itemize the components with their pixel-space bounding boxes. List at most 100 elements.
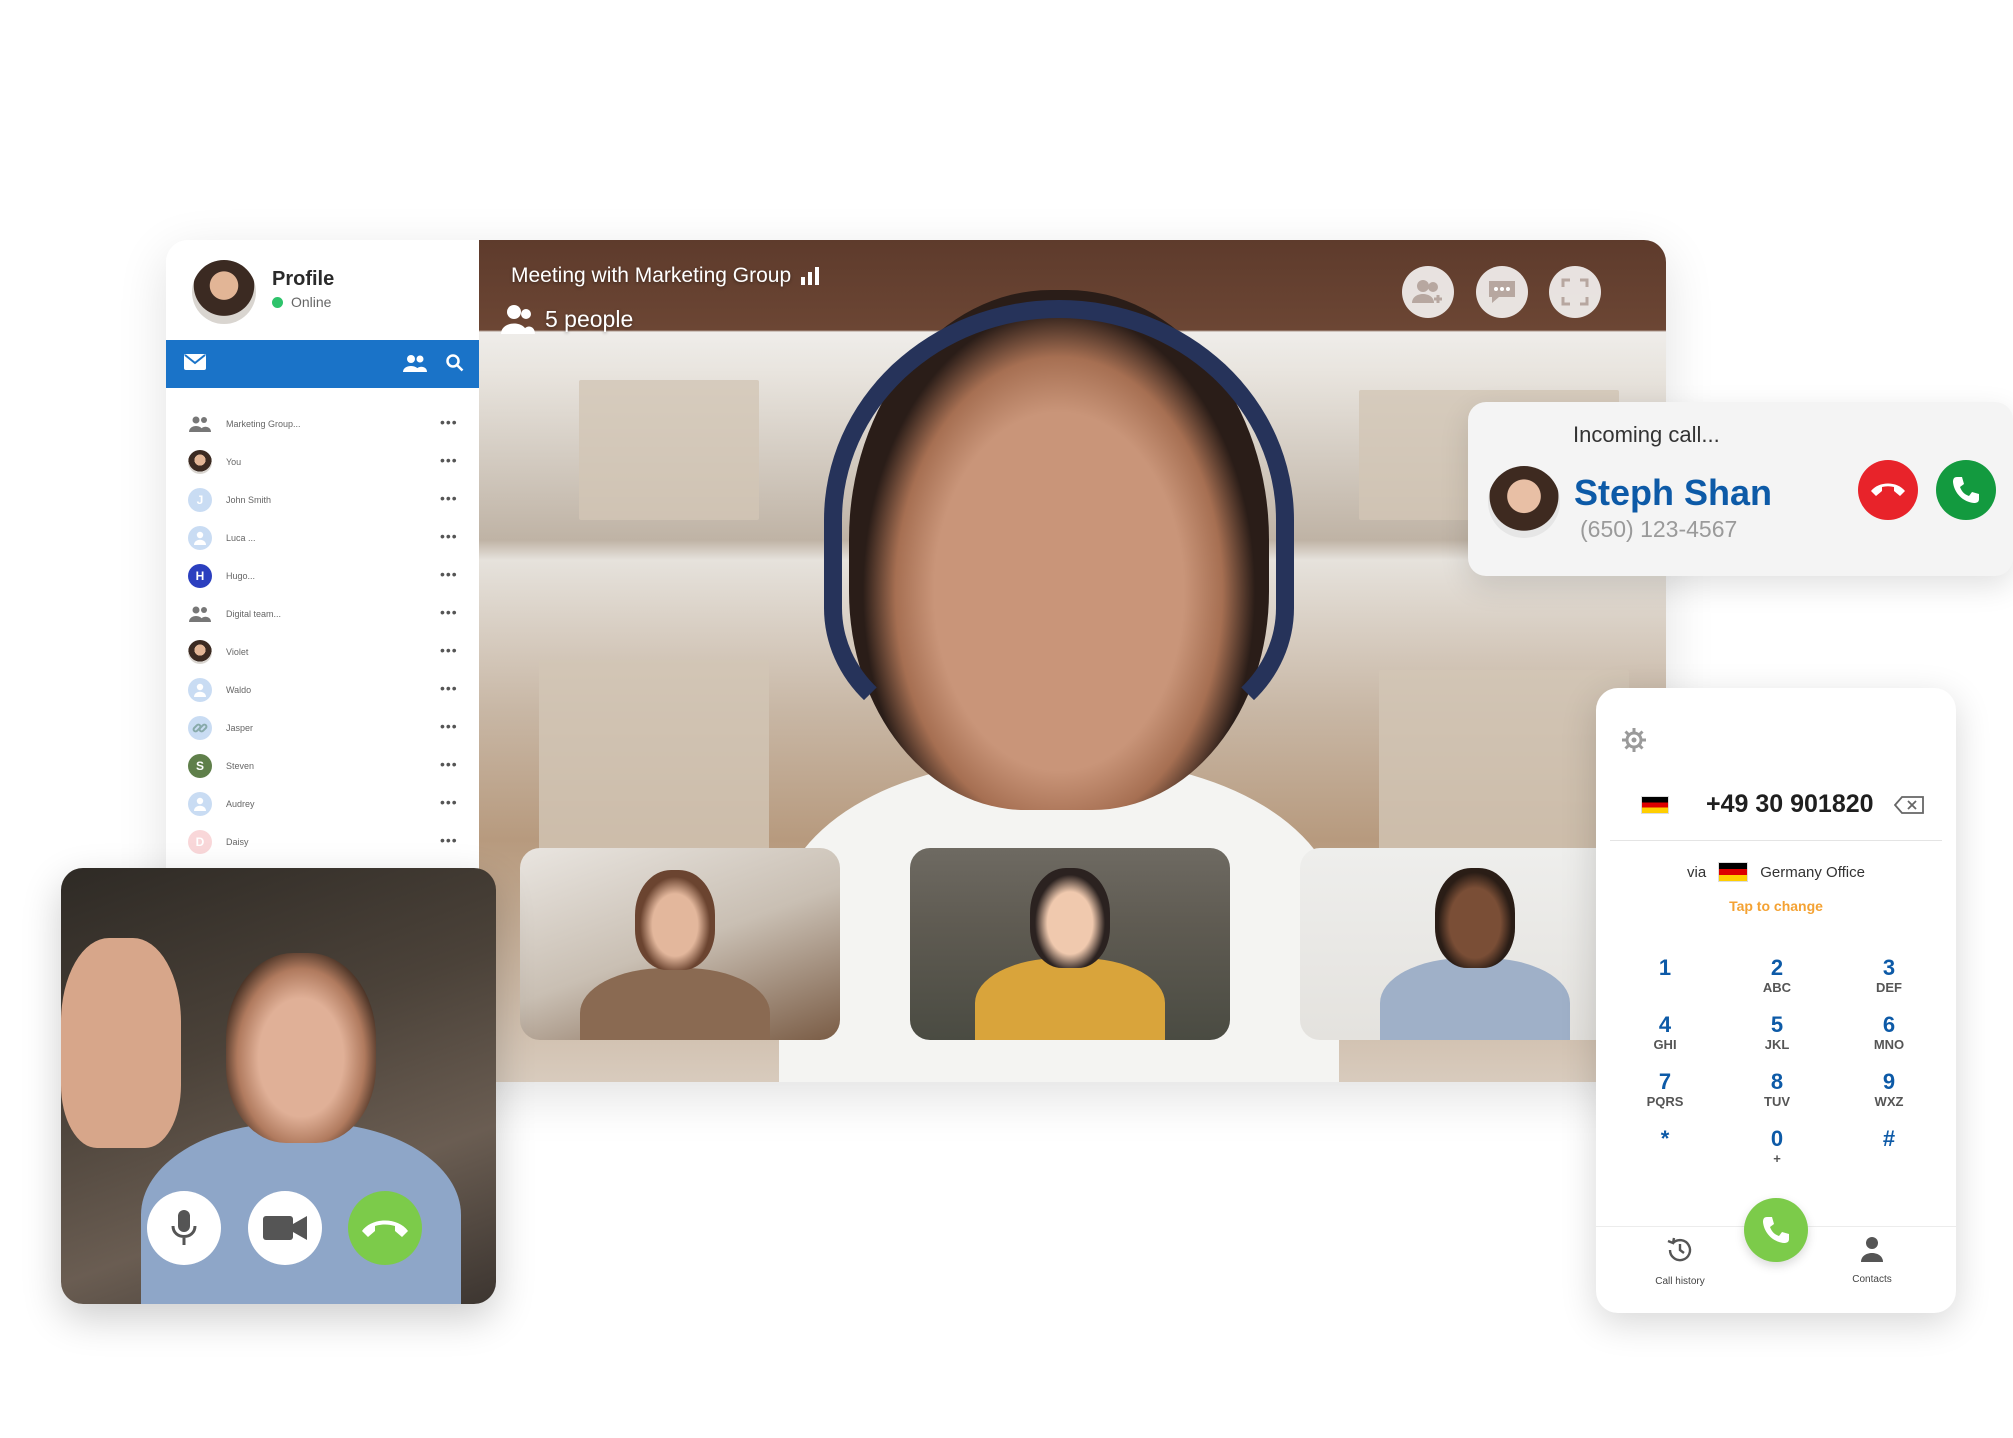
keypad-letters: ABC xyxy=(1762,980,1792,995)
participant-thumbnail-1[interactable] xyxy=(520,848,840,1040)
participant-thumbnail-3[interactable] xyxy=(1300,848,1620,1040)
call-history-tab[interactable]: Call history xyxy=(1635,1236,1725,1287)
main-video-feed: Meeting with Marketing Group 5 people xyxy=(479,240,1666,1082)
contact-initial-avatar: S xyxy=(188,754,212,778)
video-toggle-button[interactable] xyxy=(248,1191,322,1265)
keypad-digit: 0 xyxy=(1770,1126,1784,1151)
contact-name: Hugo... xyxy=(226,571,256,581)
profile-title: Profile xyxy=(272,268,335,290)
keypad-key[interactable]: 5 JKL xyxy=(1732,1013,1822,1053)
contact-photo-avatar xyxy=(188,450,212,474)
fullscreen-icon xyxy=(1561,278,1589,306)
contact-list-item[interactable]: Luca ... ••• xyxy=(166,519,479,557)
keypad-letters: JKL xyxy=(1764,1037,1790,1052)
contact-list-item[interactable]: You ••• xyxy=(166,443,479,481)
incoming-call-card: Incoming call... Steph Shan (650) 123-45… xyxy=(1468,402,2013,576)
participants-count[interactable]: 5 people xyxy=(501,304,633,334)
contact-photo-avatar xyxy=(188,640,212,664)
hang-up-icon xyxy=(348,1191,422,1265)
search-icon[interactable] xyxy=(446,354,464,376)
self-view-face xyxy=(226,953,376,1143)
more-options-icon[interactable]: ••• xyxy=(440,528,458,544)
keypad-key[interactable]: 4 GHI xyxy=(1620,1013,1710,1053)
contact-list-item[interactable]: J John Smith ••• xyxy=(166,481,479,519)
link-icon xyxy=(188,716,212,740)
keypad-digit: # xyxy=(1882,1126,1896,1151)
keypad-key[interactable]: 8 TUV xyxy=(1732,1070,1822,1110)
more-options-icon[interactable]: ••• xyxy=(440,566,458,582)
participant-thumbnail-2[interactable] xyxy=(910,848,1230,1040)
contact-list-item[interactable]: Waldo ••• xyxy=(166,671,479,709)
keypad-digit: 8 xyxy=(1770,1069,1784,1094)
more-options-icon[interactable]: ••• xyxy=(440,642,458,658)
keypad-key[interactable]: 9 WXZ xyxy=(1844,1070,1934,1110)
keypad-digit: 2 xyxy=(1770,955,1784,980)
profile-avatar[interactable] xyxy=(192,260,256,324)
contact-name: Steven xyxy=(226,761,255,771)
caller-name: Steph Shan xyxy=(1574,472,1773,513)
fullscreen-button[interactable] xyxy=(1549,266,1601,318)
contact-name: Daisy xyxy=(226,837,249,847)
mail-icon[interactable] xyxy=(184,354,206,374)
caller-avatar xyxy=(1488,466,1560,538)
contact-person-icon xyxy=(1827,1236,1917,1270)
keypad-key[interactable]: 3 DEF xyxy=(1844,956,1934,996)
keypad-digit: 6 xyxy=(1882,1012,1896,1037)
keypad: 1 2 ABC 3 DEF 4 GHI 5 JKL 6 MNO 7 PQRS 8 TUV 9 WXZ * 0 + # xyxy=(1596,688,1956,1168)
keypad-digit: 9 xyxy=(1882,1069,1896,1094)
microphone-icon xyxy=(171,1210,197,1245)
contact-list-item[interactable]: D Daisy ••• xyxy=(166,823,479,861)
history-icon xyxy=(1635,1236,1725,1272)
chat-button[interactable] xyxy=(1476,266,1528,318)
keypad-key[interactable]: # xyxy=(1844,1127,1934,1151)
keypad-key[interactable]: * xyxy=(1620,1127,1710,1151)
more-options-icon[interactable]: ••• xyxy=(440,756,458,772)
contact-list-item[interactable]: Jasper ••• xyxy=(166,709,479,747)
accept-call-button[interactable] xyxy=(1936,460,1996,520)
person-icon xyxy=(188,678,212,702)
contacts-tab[interactable]: Contacts xyxy=(1827,1236,1917,1285)
keypad-key[interactable]: 1 xyxy=(1620,956,1710,980)
add-people-icon xyxy=(1412,280,1442,303)
keypad-letters: PQRS xyxy=(1646,1094,1684,1109)
hang-up-button[interactable] xyxy=(348,1191,422,1265)
group-icon xyxy=(188,412,212,436)
profile-status-text: Online xyxy=(291,294,332,310)
keypad-key[interactable]: 6 MNO xyxy=(1844,1013,1934,1053)
contact-name: Luca ... xyxy=(226,533,256,543)
meeting-title-text: Meeting with Marketing Group xyxy=(511,264,792,287)
more-options-icon[interactable]: ••• xyxy=(440,718,458,734)
more-options-icon[interactable]: ••• xyxy=(440,414,458,430)
keypad-key[interactable]: 0 + xyxy=(1732,1127,1822,1167)
keypad-key[interactable]: 2 ABC xyxy=(1732,956,1822,996)
more-options-icon[interactable]: ••• xyxy=(440,832,458,848)
contact-list-item[interactable]: S Steven ••• xyxy=(166,747,479,785)
contact-name: Jasper xyxy=(226,723,254,733)
keypad-letters: MNO xyxy=(1873,1037,1905,1052)
keypad-letters: DEF xyxy=(1876,980,1902,995)
more-options-icon[interactable]: ••• xyxy=(440,490,458,506)
contact-name: Violet xyxy=(226,647,249,657)
more-options-icon[interactable]: ••• xyxy=(440,604,458,620)
contact-list-item[interactable]: Violet ••• xyxy=(166,633,479,671)
dial-call-button[interactable] xyxy=(1744,1198,1808,1262)
more-options-icon[interactable]: ••• xyxy=(440,680,458,696)
add-people-button[interactable] xyxy=(1402,266,1454,318)
contacts-group-icon[interactable] xyxy=(403,354,427,376)
more-options-icon[interactable]: ••• xyxy=(440,794,458,810)
keypad-letters: + xyxy=(1773,1151,1781,1166)
contact-list-item[interactable]: Digital team... ••• xyxy=(166,595,479,633)
contact-list-item[interactable]: Audrey ••• xyxy=(166,785,479,823)
keypad-key[interactable]: 7 PQRS xyxy=(1620,1070,1710,1110)
person-icon xyxy=(188,792,212,816)
contact-initial-avatar: H xyxy=(188,564,212,588)
signal-bars-icon xyxy=(801,267,820,285)
keypad-digit: 5 xyxy=(1770,1012,1784,1037)
online-status-dot xyxy=(272,296,283,308)
mute-button[interactable] xyxy=(147,1191,221,1265)
more-options-icon[interactable]: ••• xyxy=(440,452,458,468)
contact-list-item[interactable]: H Hugo... ••• xyxy=(166,557,479,595)
contact-list-item[interactable]: Marketing Group... ••• xyxy=(166,405,479,443)
headset xyxy=(824,300,1294,740)
decline-call-button[interactable] xyxy=(1858,460,1918,520)
